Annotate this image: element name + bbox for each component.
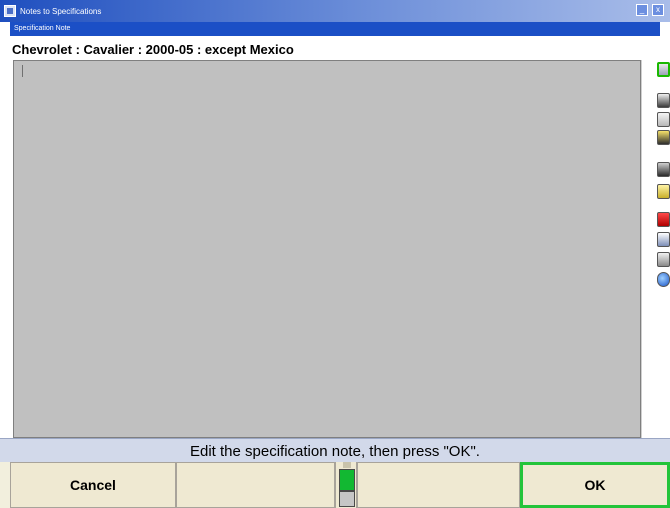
camera-icon[interactable] — [657, 130, 670, 145]
scroll-strip[interactable] — [641, 60, 655, 438]
ok-button[interactable]: OK — [520, 462, 670, 508]
wrench-icon[interactable] — [657, 62, 670, 77]
f3-button[interactable] — [357, 462, 520, 508]
text-caret — [22, 65, 23, 77]
save-icon[interactable] — [657, 184, 670, 199]
monitor-icon[interactable] — [657, 232, 670, 247]
side-toolbar — [655, 60, 670, 300]
red-tool-icon[interactable] — [657, 212, 670, 227]
app-icon — [4, 5, 16, 17]
close-button[interactable]: x — [652, 4, 664, 16]
indicator-top-icon — [343, 462, 351, 468]
tire-icon[interactable] — [657, 162, 670, 177]
specification-note-textarea[interactable] — [13, 60, 641, 438]
status-bar: Edit the specification note, then press … — [0, 438, 670, 462]
vehicle-title: Chevrolet : Cavalier : 2000-05 : except … — [12, 42, 294, 57]
status-message: Edit the specification note, then press … — [190, 443, 480, 460]
indicator-green-segment — [339, 469, 355, 491]
globe-icon[interactable] — [657, 272, 670, 287]
indicator-gray-segment — [339, 491, 355, 507]
cancel-button[interactable]: Cancel — [10, 462, 176, 508]
printer-icon[interactable] — [657, 252, 670, 267]
document-icon[interactable] — [657, 93, 670, 108]
clipboard-icon[interactable] — [657, 112, 670, 127]
window-title: Notes to Specifications — [20, 6, 102, 16]
title-bar: Notes to Specifications _ x — [0, 0, 670, 22]
minimize-button[interactable]: _ — [636, 4, 648, 16]
dialog-subtitle-bar: Specification Note — [10, 22, 660, 36]
mode-indicator — [335, 462, 357, 508]
f2-button[interactable] — [176, 462, 335, 508]
